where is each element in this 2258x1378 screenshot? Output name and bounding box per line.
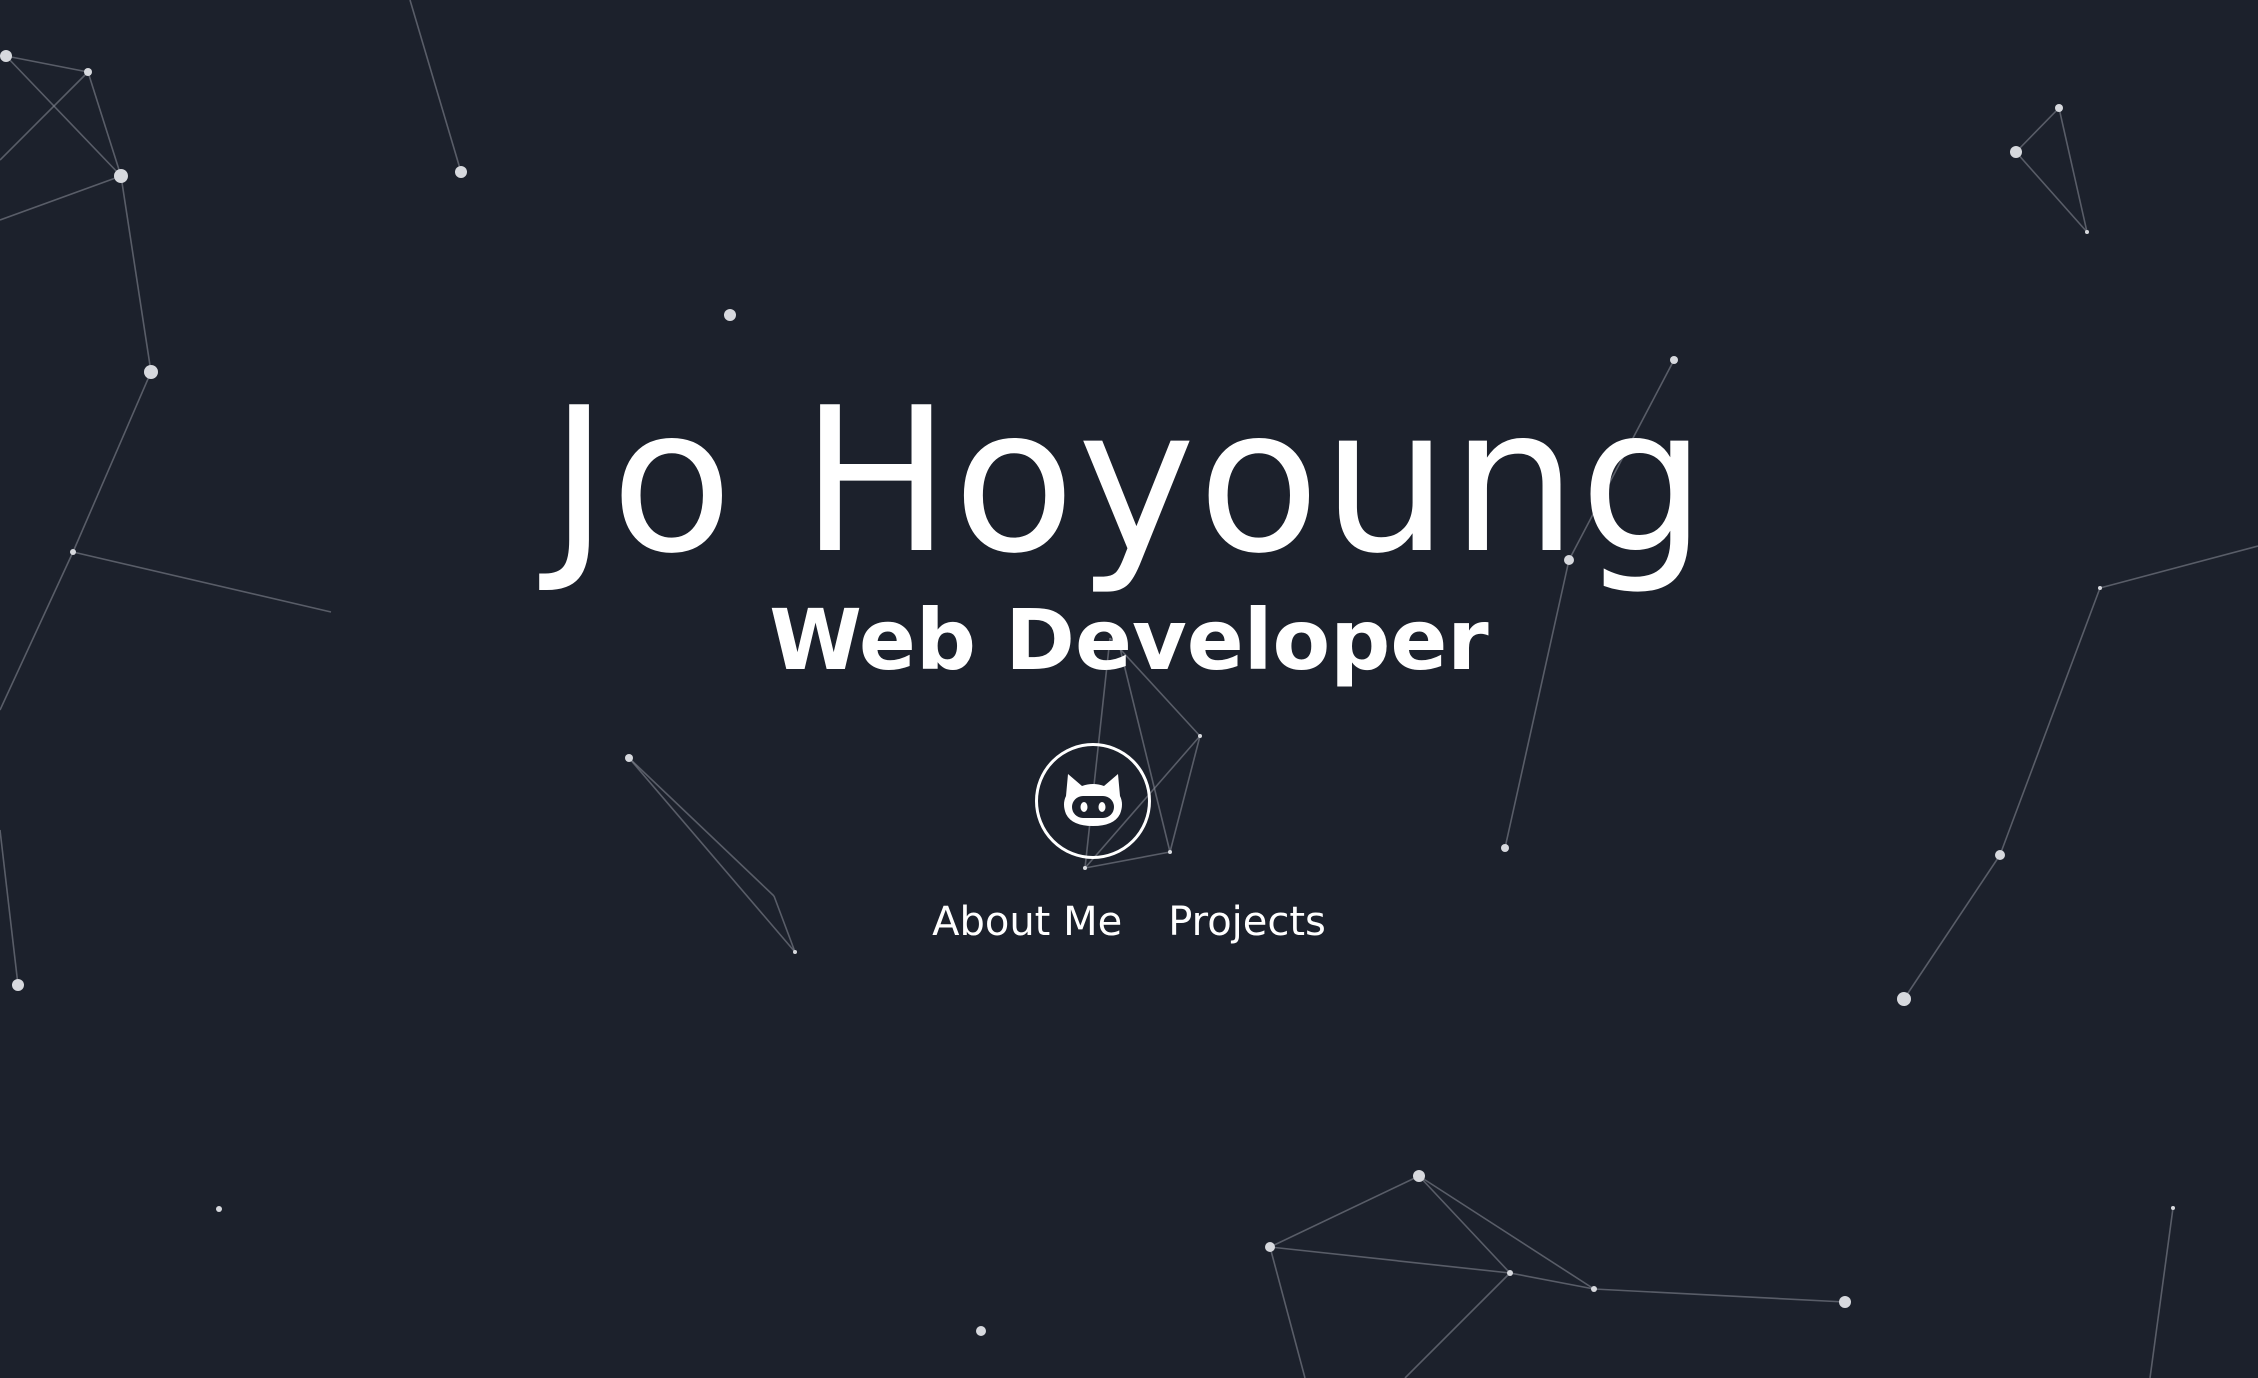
- hero-role: Web Developer: [769, 591, 1489, 689]
- page-background: Jo Hoyoung Web Developer About Me Projec…: [0, 0, 2258, 1378]
- github-link-button[interactable]: [1035, 743, 1151, 859]
- github-octocat-icon: [1064, 774, 1122, 826]
- nav-projects[interactable]: Projects: [1168, 894, 1326, 950]
- nav-about-me[interactable]: About Me: [932, 894, 1122, 950]
- hero-name: Jo Hoyoung: [549, 365, 1709, 598]
- hero-section: Jo Hoyoung Web Developer About Me Projec…: [0, 0, 2258, 1378]
- main-nav: About Me Projects: [0, 894, 2258, 950]
